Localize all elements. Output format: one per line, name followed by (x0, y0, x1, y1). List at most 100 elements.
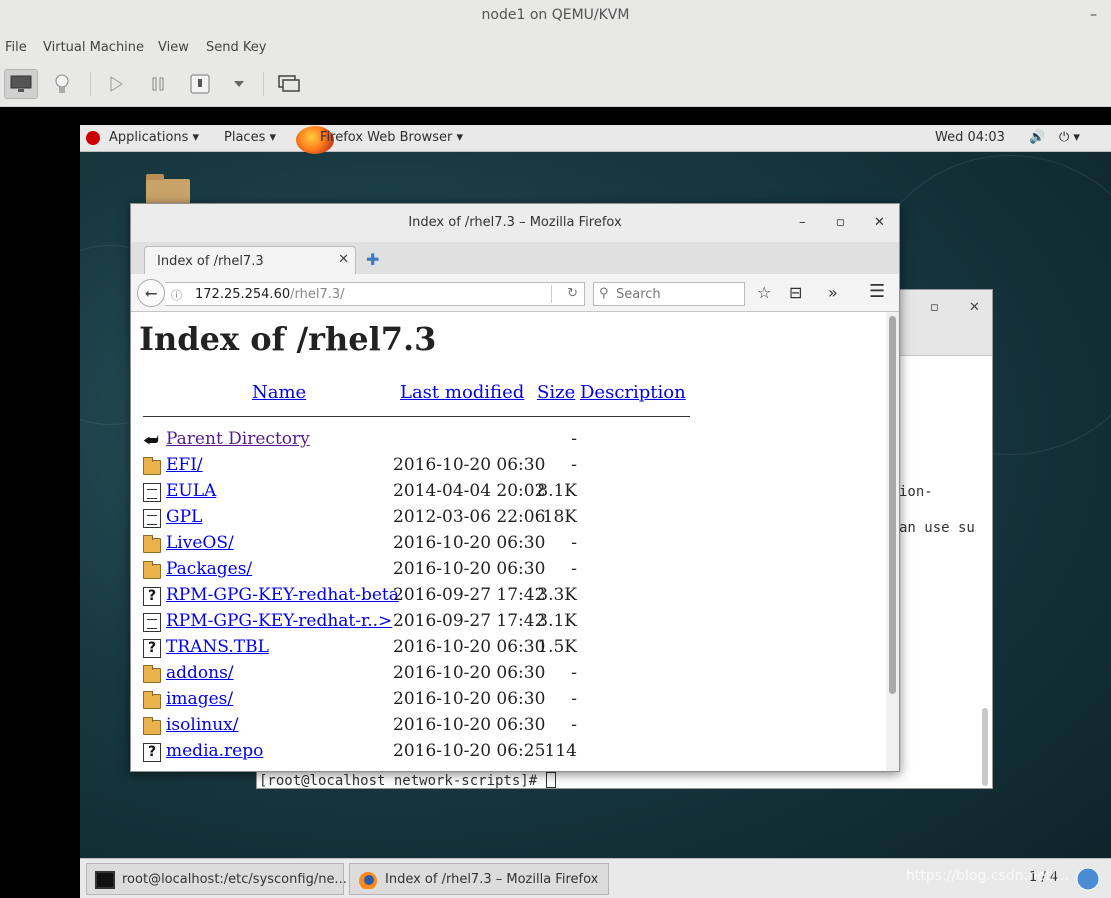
menu-virtual-machine[interactable]: Virtual Machine (43, 40, 144, 55)
new-tab-icon[interactable]: ✚ (366, 250, 379, 269)
table-row: ? RPM-GPG-KEY-redhat-beta 2016-09-27 17:42… (131, 584, 888, 610)
bookmark-star-icon[interactable]: ☆ (757, 283, 771, 302)
applications-menu[interactable]: Applications ▾ (109, 130, 199, 145)
file-link[interactable]: RPM-GPG-KEY-redhat-beta (166, 585, 399, 605)
lightbulb-icon (55, 74, 69, 93)
unknown-file-icon: ? (143, 587, 161, 606)
table-row: ? media.repo 2016-10-20 06:25 114 (131, 740, 888, 766)
column-size-link[interactable]: Size (537, 382, 575, 403)
maximize-icon[interactable]: ▫ (930, 300, 939, 315)
table-row: images/2016-10-20 06:30 - (131, 688, 888, 714)
table-row: isolinux/2016-10-20 06:30 - (131, 714, 888, 740)
file-link[interactable]: GPL (166, 507, 202, 527)
page-title: Index of /rhel7.3 (139, 320, 437, 358)
pause-icon (152, 77, 164, 91)
search-input[interactable] (616, 285, 740, 303)
modified-date: 2016-10-20 06:30 (393, 689, 546, 709)
modified-date: 2016-10-20 06:25 (393, 741, 546, 761)
table-row: EULA 2014-04-04 20:02 8.1K (131, 480, 888, 506)
text-file-icon (143, 613, 161, 632)
terminal-scrollbar[interactable] (982, 708, 988, 786)
column-name-link[interactable]: Name (252, 382, 306, 403)
shutdown-menu-button[interactable] (222, 69, 256, 99)
info-icon[interactable]: ⓘ (171, 287, 182, 303)
file-link[interactable]: TRANS.TBL (166, 637, 269, 657)
url-host: 172.25.254.60 (195, 287, 291, 302)
console-view-button[interactable] (4, 69, 38, 99)
run-button[interactable] (99, 69, 133, 99)
menu-send-key[interactable]: Send Key (206, 40, 266, 55)
library-icon[interactable]: ⊟ (789, 283, 802, 302)
notification-icon[interactable] (1076, 867, 1100, 891)
file-link[interactable]: EFI/ (166, 455, 203, 475)
monitor-icon (10, 75, 32, 92)
file-link[interactable]: Packages/ (166, 559, 252, 579)
column-description-link[interactable]: Description (580, 382, 686, 403)
task-label: root@localhost:/etc/sysconfig/ne... (122, 872, 347, 887)
close-tab-icon[interactable]: ✕ (338, 252, 349, 267)
screens-icon (278, 75, 300, 92)
terminal-icon (95, 871, 115, 889)
places-menu[interactable]: Places ▾ (224, 130, 276, 145)
task-firefox[interactable]: Index of /rhel7.3 – Mozilla Firefox (349, 863, 609, 895)
search-icon: ⚲ (599, 286, 609, 301)
file-link[interactable]: isolinux/ (166, 715, 238, 735)
task-terminal[interactable]: root@localhost:/etc/sysconfig/ne... (86, 863, 347, 895)
modified-date: 2016-10-20 06:30 (393, 559, 546, 579)
close-button[interactable]: ✕ (874, 204, 885, 242)
modified-date: 2016-09-27 17:42 (393, 611, 546, 631)
host-titlebar: node1 on QEMU/KVM – (0, 0, 1111, 34)
volume-icon[interactable]: 🔊 (1029, 130, 1045, 145)
maximize-button[interactable]: ▫ (836, 204, 845, 242)
tab-label: Index of /rhel7.3 (157, 254, 264, 269)
file-link[interactable]: addons/ (166, 663, 234, 683)
firefox-titlebar: Index of /rhel7.3 – Mozilla Firefox – ▫ … (131, 204, 899, 242)
back-arrow-icon: ⮨ (143, 431, 159, 451)
terminal-line: ion- (899, 484, 933, 500)
table-row: GPL 2012-03-06 22:06 18K (131, 506, 888, 532)
minimize-button[interactable]: – (799, 204, 806, 242)
play-icon (110, 76, 123, 92)
file-link[interactable]: Parent Directory (166, 429, 310, 449)
url-bar[interactable]: ⓘ 172.25.254.60/rhel7.3/ ↻ (165, 282, 585, 306)
back-button[interactable]: ⭠ (137, 279, 165, 307)
file-size: - (571, 715, 577, 735)
clock[interactable]: Wed 04:03 (935, 130, 1005, 145)
overflow-chevron-icon[interactable]: » (828, 283, 838, 302)
reload-icon[interactable]: ↻ (567, 286, 578, 301)
file-size: 8.1K (537, 481, 577, 501)
firefox-app-menu[interactable]: Firefox Web Browser ▾ (320, 130, 463, 145)
firefox-window[interactable]: Index of /rhel7.3 – Mozilla Firefox – ▫ … (130, 203, 900, 772)
page-scrollbar-thumb[interactable] (889, 316, 896, 694)
modified-date: 2016-10-20 06:30 (393, 715, 546, 735)
fullscreen-button[interactable] (272, 69, 306, 99)
file-link[interactable]: EULA (166, 481, 216, 501)
watermark: https://blog.csdn.net/... (906, 868, 1070, 884)
hamburger-menu-icon[interactable]: ☰ (869, 281, 885, 302)
file-link[interactable]: media.repo (166, 741, 263, 761)
pause-button[interactable] (141, 69, 175, 99)
menu-file[interactable]: File (5, 40, 27, 55)
folder-icon (143, 717, 161, 735)
file-size: 1.5K (537, 637, 577, 657)
minimize-button[interactable]: – (1090, 0, 1097, 30)
folder-icon (143, 535, 161, 553)
details-view-button[interactable] (45, 69, 79, 99)
text-file-icon (143, 483, 161, 502)
menu-view[interactable]: View (158, 40, 189, 55)
table-row: ⮨ Parent Directory - (131, 428, 888, 454)
text-file-icon (143, 509, 161, 528)
firefox-window-title: Index of /rhel7.3 – Mozilla Firefox (408, 215, 622, 230)
file-link[interactable]: images/ (166, 689, 233, 709)
shutdown-button[interactable] (183, 69, 217, 99)
table-row: RPM-GPG-KEY-redhat-r..> 2016-09-27 17:42 3… (131, 610, 888, 636)
close-icon[interactable]: ✕ (969, 300, 980, 315)
search-bar[interactable]: ⚲ (593, 282, 745, 306)
power-menu[interactable]: ⏻ ▾ (1059, 130, 1080, 145)
file-link[interactable]: LiveOS/ (166, 533, 234, 553)
page-content: Index of /rhel7.3 Name Last modified Siz… (131, 312, 888, 771)
column-last-modified-link[interactable]: Last modified (400, 382, 524, 403)
tab-index-rhel73[interactable]: Index of /rhel7.3 ✕ (144, 246, 356, 275)
modified-date: 2016-10-20 06:30 (393, 637, 546, 657)
file-link[interactable]: RPM-GPG-KEY-redhat-r..> (166, 611, 392, 631)
